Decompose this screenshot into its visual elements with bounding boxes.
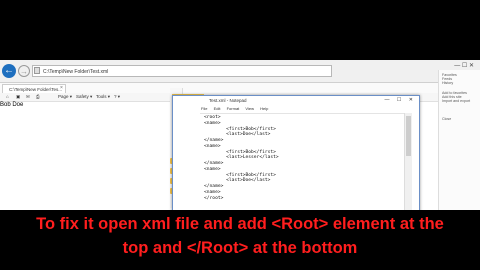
menu-help[interactable]: Help [260,106,268,111]
tab-bar: C:\Temp\New Folder\Tes... × [0,83,480,93]
page-menu[interactable]: Page ▾ [58,94,72,100]
forward-arrow-icon: → [20,67,28,76]
xml-content: <root> <name> <first>Bob</first> <last>D… [204,115,279,201]
mail-icon[interactable]: ✉ [26,94,30,100]
help-menu[interactable]: ? ▾ [114,94,120,100]
window-controls[interactable]: — ☐ ✕ [454,62,474,69]
screen-capture: ← → C:\Temp\New Folder\Test.xml — ☐ ✕ C:… [0,60,480,210]
pane-item[interactable]: Import and export [442,99,478,103]
favorites-list: Favorites Feeds History Add to favorites… [439,70,480,124]
url-input[interactable]: C:\Temp\New Folder\Test.xml [32,65,332,77]
back-button[interactable]: ← [2,64,16,78]
tools-menu[interactable]: Tools ▾ [96,94,110,100]
notepad-window-controls[interactable]: — ☐ ✕ [385,96,416,105]
forward-button[interactable]: → [18,65,30,77]
notepad-text-area[interactable]: <root> <name> <first>Bob</first> <last>D… [200,113,404,210]
safety-menu[interactable]: Safety ▾ [76,94,92,100]
address-bar: ← → C:\Temp\New Folder\Test.xml — ☐ ✕ [0,60,480,83]
menu-view[interactable]: View [245,106,254,111]
caption-line-1: To fix it open xml file and add <Root> e… [36,215,444,233]
scrollbar-thumb[interactable] [406,116,411,156]
notepad-window: Test.xml - Notepad — ☐ ✕ File Edit Forma… [172,95,420,210]
tab-close-icon[interactable]: × [60,85,63,91]
back-arrow-icon: ← [4,65,14,76]
notepad-titlebar[interactable]: Test.xml - Notepad — ☐ ✕ [173,96,419,105]
menu-file[interactable]: File [201,106,207,111]
page-icon [34,67,40,74]
home-icon[interactable]: ⌂ [6,94,9,99]
feeds-icon[interactable]: ▣ [16,94,20,100]
tab-test-xml[interactable]: C:\Temp\New Folder\Tes... [2,84,66,93]
pane-item[interactable]: Close [442,117,478,121]
menu-edit[interactable]: Edit [214,106,221,111]
caption-line-2: top and </Root> at the bottom [122,239,358,257]
video-caption: To fix it open xml file and add <Root> e… [0,212,480,260]
menu-format[interactable]: Format [227,106,240,111]
notepad-menubar: File Edit Format View Help [173,105,419,112]
page-content: Bob Doe [0,102,24,108]
notepad-title: Test.xml - Notepad [209,98,247,103]
notepad-scrollbar[interactable] [404,113,412,210]
print-icon[interactable]: ⎙ [36,94,40,99]
favorites-pane: Favorites Feeds History Add to favorites… [438,70,480,210]
pane-item[interactable]: History [442,81,478,85]
